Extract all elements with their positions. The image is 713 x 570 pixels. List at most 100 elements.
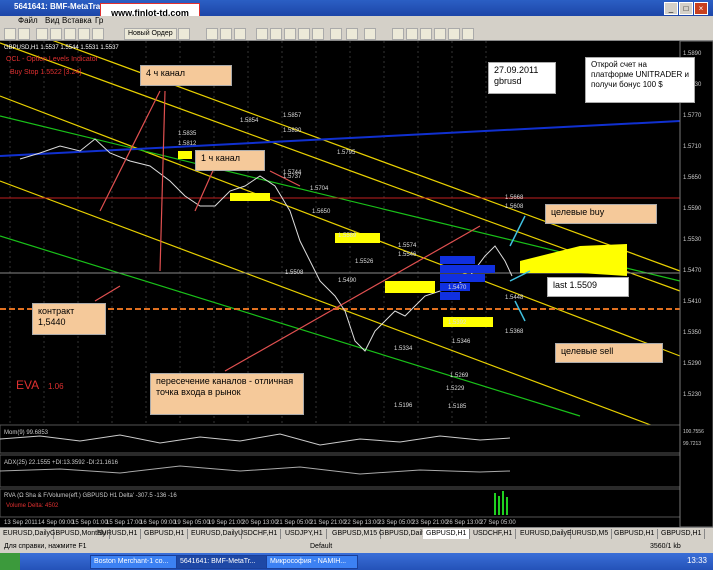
eva-value: 1.06 <box>48 382 64 391</box>
annotation-contract: контракт 1,5440 <box>32 303 106 335</box>
taskbar-item-microsoft[interactable]: Микрософия - NAMIH... <box>266 555 358 569</box>
price-axis-label: 1.5650 <box>683 175 702 181</box>
volume-profile-yellow <box>520 244 627 276</box>
data-window-icon[interactable] <box>50 28 62 40</box>
date-axis-label: 21 Sep 05:00 <box>276 520 312 526</box>
price-level-label: 1.5574 <box>398 243 417 249</box>
menu-view[interactable]: Вид <box>45 16 59 25</box>
price-level-label: 1.5196 <box>394 403 413 409</box>
taskbar-item-metatrader[interactable]: 5641641: BMF-MetaTr... <box>176 555 268 569</box>
chart-tab[interactable]: GBPUSD,M15 <box>329 529 382 539</box>
oscillator-panel-1 <box>0 424 681 454</box>
chart-tab[interactable]: USDCHF,H1 <box>235 529 282 539</box>
zoom-in-icon[interactable] <box>256 28 268 40</box>
price-level-label: 1.5185 <box>448 404 467 410</box>
price-level-label: 1.5392 <box>448 320 467 326</box>
price-axis-label: 1.5530 <box>683 237 702 243</box>
market-watch-icon[interactable] <box>36 28 48 40</box>
price-level-label: 1.5546 <box>398 252 417 258</box>
bar-chart-icon[interactable] <box>206 28 218 40</box>
chart-area[interactable]: 1.58901.58301.57701.57101.56501.55901.55… <box>0 41 713 527</box>
chart-tab[interactable]: EURUSD,Daily <box>517 529 572 539</box>
price-axis-label: 1.5350 <box>683 330 702 336</box>
date-label-symbol: gbrusd <box>494 76 522 86</box>
level-box-2 <box>230 193 270 201</box>
cursor-icon[interactable] <box>392 28 404 40</box>
profiles-icon[interactable] <box>18 28 30 40</box>
chart-tab[interactable]: EURUSD,H1 <box>94 529 142 539</box>
chart-shift-icon[interactable] <box>312 28 324 40</box>
menu-insert[interactable]: Вставка <box>62 16 92 25</box>
price-level-label: 1.5737 <box>283 174 302 180</box>
chart-tab[interactable]: EURUSD,Daily <box>0 529 55 539</box>
date-axis-label: 20 Sep 13:00 <box>242 520 278 526</box>
price-level-label: 1.5668 <box>505 195 524 201</box>
trendline-icon[interactable] <box>448 28 460 40</box>
tile-windows-icon[interactable] <box>284 28 296 40</box>
menu-chart[interactable]: Гр <box>95 16 103 25</box>
menu-file[interactable]: Файл <box>18 16 38 25</box>
date-axis-label: 13 Sep 2011 <box>4 520 38 526</box>
annotation-last-price: last 1.5509 <box>547 277 629 297</box>
price-axis-label: 1.5590 <box>683 206 702 212</box>
horizontal-line-icon[interactable] <box>434 28 446 40</box>
zoom-out-icon[interactable] <box>270 28 282 40</box>
chart-tab[interactable]: GBPUSD,H1 <box>423 529 471 539</box>
indicators-icon[interactable] <box>330 28 342 40</box>
date-axis-label: 16 Sep 09:00 <box>140 520 176 526</box>
date-axis-label: 23 Sep 21:00 <box>412 520 448 526</box>
chart-tab[interactable]: GBPUSD,Daily <box>376 529 431 539</box>
date-axis-label: 21 Sep 21:00 <box>310 520 346 526</box>
text-icon[interactable] <box>462 28 474 40</box>
chart-tab[interactable]: GBPUSD,H1 <box>611 529 659 539</box>
chart-tab[interactable]: GBPUSD,H1 <box>141 529 189 539</box>
date-label: 27.09.2011 gbrusd <box>488 62 556 94</box>
price-level-label: 1.5608 <box>505 204 524 210</box>
price-level-label: 1.5470 <box>448 285 467 291</box>
chart-tab[interactable]: USDJPY,H1 <box>282 529 327 539</box>
new-chart-icon[interactable] <box>4 28 16 40</box>
price-level-label: 1.5346 <box>452 339 471 345</box>
volume-indicator-label: RVA (Ω Sha & F/Volume(eff.) GBPUSD H1 De… <box>4 493 177 499</box>
start-button[interactable] <box>0 553 20 570</box>
status-bar: Для справки, нажмите F1 Default 3560/1 k… <box>0 541 713 553</box>
chart-tab[interactable]: GBPUSD,H1 <box>658 529 706 539</box>
expert-advisors-icon[interactable] <box>178 28 190 40</box>
chart-tab[interactable]: USDCHF,H1 <box>470 529 517 539</box>
taskbar-item-boston[interactable]: Boston Merchant-1 co... <box>90 555 178 569</box>
date-axis-label: 15 Sep 17:00 <box>106 520 142 526</box>
close-button[interactable]: × <box>694 2 708 15</box>
price-level-label: 1.5334 <box>394 346 413 352</box>
date-axis-label: 19 Sep 21:00 <box>208 520 244 526</box>
price-level-label: 1.5650 <box>312 209 331 215</box>
maximize-button[interactable]: □ <box>679 2 693 15</box>
crosshair-icon[interactable] <box>406 28 418 40</box>
chart-tab[interactable]: EURUSD,Daily <box>188 529 243 539</box>
tester-icon[interactable] <box>92 28 104 40</box>
line-chart-icon[interactable] <box>234 28 246 40</box>
navigator-icon[interactable] <box>64 28 76 40</box>
vertical-line-icon[interactable] <box>420 28 432 40</box>
templates-icon[interactable] <box>364 28 376 40</box>
toolbar: Новый Ордер <box>0 27 713 41</box>
chart-tab[interactable]: EURUSD,M5 <box>564 529 613 539</box>
status-help: Для справки, нажмите F1 <box>4 543 87 550</box>
date-axis-label: 19 Sep 05:00 <box>174 520 210 526</box>
terminal-icon[interactable] <box>78 28 90 40</box>
price-level-label: 1.5589 <box>338 233 357 239</box>
adx-label: ADX(25) 22.1555 +DI:13.3592 -DI:21.1616 <box>4 460 119 466</box>
indicator-title-red: OCL - Option Levels Indicator <box>6 56 99 63</box>
price-axis-label: 1.5470 <box>683 268 702 274</box>
new-order-button[interactable]: Новый Ордер <box>124 28 177 40</box>
eva-label: EVA <box>16 378 39 392</box>
periods-icon[interactable] <box>346 28 358 40</box>
autoscroll-icon[interactable] <box>298 28 310 40</box>
volume-delta-label: Volume Delta: 4502 <box>6 503 59 509</box>
price-axis-label: 1.5290 <box>683 361 702 367</box>
minimize-button[interactable]: _ <box>664 2 678 15</box>
candles-icon[interactable] <box>220 28 232 40</box>
annotation-4h-channel: 4 ч канал <box>140 65 232 86</box>
price-level-label: 1.5854 <box>240 118 259 124</box>
level-box-4 <box>385 281 435 293</box>
date-axis-label: 23 Sep 05:00 <box>378 520 414 526</box>
